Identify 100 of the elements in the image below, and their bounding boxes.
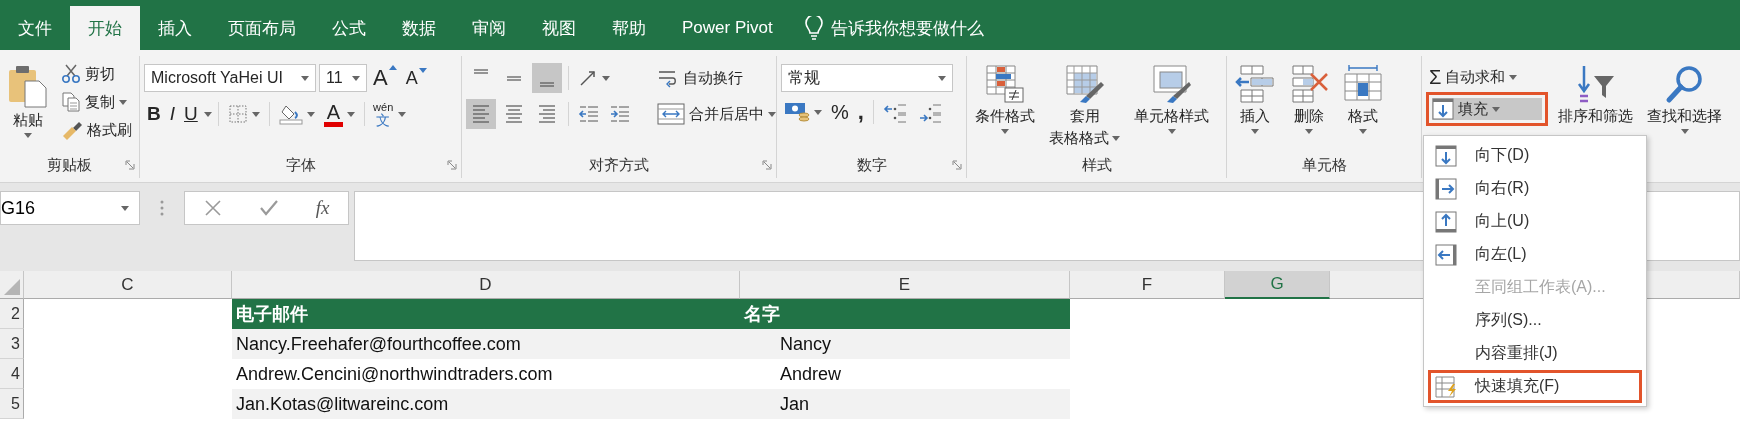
caret-icon [1001, 129, 1009, 134]
italic-button[interactable]: I [166, 101, 178, 127]
table-cell-text: Andrew [779, 362, 843, 386]
tell-me-search[interactable]: 告诉我你想要做什么 [790, 6, 998, 50]
currency-icon [784, 101, 810, 123]
number-format-field[interactable]: 常规 [781, 64, 953, 92]
row-number[interactable]: 3 [0, 329, 24, 359]
row-number[interactable]: 5 [0, 389, 24, 419]
copy-button[interactable]: 复制 [58, 90, 135, 114]
format-painter-button[interactable]: 格式刷 [58, 118, 135, 142]
table-cell: Nancy.Freehafer@fourthcoffee.com [232, 329, 740, 359]
increase-indent-icon [609, 104, 631, 124]
insert-function-button[interactable]: fx [313, 195, 332, 221]
align-top-icon [474, 69, 488, 74]
cell-styles-icon [1151, 64, 1192, 104]
ribbon-tab[interactable]: 帮助 [594, 6, 664, 50]
align-left-button[interactable] [466, 99, 496, 129]
caret-icon [301, 75, 309, 81]
caret-icon [1167, 129, 1176, 134]
ribbon-tab[interactable]: 插入 [140, 6, 210, 50]
align-right-icon [539, 105, 555, 123]
column-header[interactable]: E [740, 271, 1070, 299]
caret-icon [398, 111, 407, 117]
autosum-button[interactable]: Σ 自动求和 [1426, 62, 1548, 92]
orientation-icon [578, 68, 598, 88]
row-number[interactable]: 4 [0, 359, 24, 389]
ribbon-tab[interactable]: 审阅 [454, 6, 524, 50]
font-color-button[interactable]: A [320, 99, 359, 129]
check-icon [258, 199, 279, 217]
scissors-icon [61, 64, 81, 84]
menu-item[interactable]: 向上(U) [1428, 205, 1642, 238]
clipboard-icon [8, 64, 48, 108]
format-button[interactable]: 格式 [1339, 62, 1387, 136]
table-format-button[interactable]: 套用 表格格式 [1045, 62, 1124, 150]
font-name-field[interactable]: Microsoft YaHei UI [144, 64, 316, 92]
paste-button[interactable]: 粘贴 [4, 62, 52, 140]
caret-icon [24, 133, 32, 138]
border-icon [227, 104, 248, 124]
cut-button[interactable]: 剪切 [58, 62, 135, 86]
cell-styles-button[interactable]: 单元格样式 [1130, 62, 1213, 136]
group-label: 单元格 [1301, 155, 1347, 175]
percent-button[interactable]: % [828, 98, 852, 126]
underline-button[interactable]: U [181, 101, 201, 127]
grip-icon [160, 200, 164, 216]
grow-font-button[interactable]: A [370, 63, 400, 93]
caret-icon [814, 109, 822, 115]
copy-icon [61, 92, 81, 112]
menu-item[interactable]: 向下(D) [1428, 139, 1642, 172]
insert-button[interactable]: 插入 [1231, 62, 1279, 136]
bold-button[interactable]: B [144, 101, 164, 127]
header-cell: 电子邮件 [232, 299, 740, 329]
table-cell-text: Andrew.Cencini@northwindtraders.com [235, 362, 554, 386]
align-bottom-button[interactable] [532, 63, 562, 93]
sort-filter-button[interactable]: 排序和筛选 [1554, 62, 1637, 128]
up-triangle-icon [388, 65, 397, 70]
ribbon-tab[interactable]: 数据 [384, 6, 454, 50]
shrink-font-button[interactable]: A [402, 65, 430, 91]
ribbon-tab[interactable]: 视图 [524, 6, 594, 50]
menu-item[interactable]: 序列(S)... [1428, 304, 1642, 337]
fill-color-icon [278, 103, 303, 125]
ribbon-tab[interactable]: 文件 [0, 6, 70, 50]
fill-down-icon [1432, 98, 1454, 120]
caret-icon [121, 205, 129, 211]
menu-item[interactable]: 快速填充(F) [1428, 370, 1642, 403]
phonetic-button[interactable]: wén 文 [371, 101, 396, 127]
format-cells-icon [1343, 64, 1383, 104]
row-number[interactable]: 2 [0, 299, 24, 329]
column-header[interactable]: F [1070, 271, 1225, 299]
flash-fill-icon [1435, 375, 1459, 398]
column-header[interactable]: C [24, 271, 232, 299]
column-header[interactable]: D [232, 271, 740, 299]
align-center-icon [506, 105, 522, 123]
conditional-format-button[interactable]: 条件格式 [971, 62, 1039, 136]
align-middle-icon [507, 75, 521, 81]
ribbon-tab[interactable]: Power Pivot [664, 6, 791, 50]
ribbon-tab[interactable]: 开始 [70, 6, 140, 50]
find-select-button[interactable]: 查找和选择 [1643, 62, 1726, 136]
caret-icon [1305, 129, 1313, 134]
table-cell: Nancy [740, 329, 1070, 359]
comma-button[interactable]: , [854, 97, 867, 127]
caret-icon [352, 75, 360, 81]
menu-item[interactable]: 向左(L) [1428, 238, 1642, 271]
caret-icon [1251, 129, 1259, 134]
name-box[interactable]: G16 [0, 191, 140, 225]
decrease-decimal-icon [917, 101, 944, 123]
menu-item[interactable]: 向右(R) [1428, 172, 1642, 205]
merge-center-button[interactable]: 合并后居中 [654, 98, 779, 130]
fill-button[interactable]: 填充 [1426, 92, 1548, 126]
wrap-text-button[interactable]: 自动换行 [654, 62, 779, 94]
ribbon-tab[interactable]: 公式 [314, 6, 384, 50]
menu-item[interactable]: 内容重排(J) [1428, 337, 1642, 370]
ribbon-tab[interactable]: 页面布局 [210, 6, 314, 50]
caret-icon [203, 111, 212, 117]
caret-icon [1680, 129, 1689, 134]
delete-button[interactable]: 删除 [1285, 62, 1333, 136]
font-size-field[interactable]: 11 [319, 64, 367, 92]
increase-decimal-icon [882, 101, 909, 123]
column-header[interactable]: G [1225, 271, 1330, 299]
cancel-icon [203, 199, 222, 217]
caret-icon [119, 99, 127, 105]
